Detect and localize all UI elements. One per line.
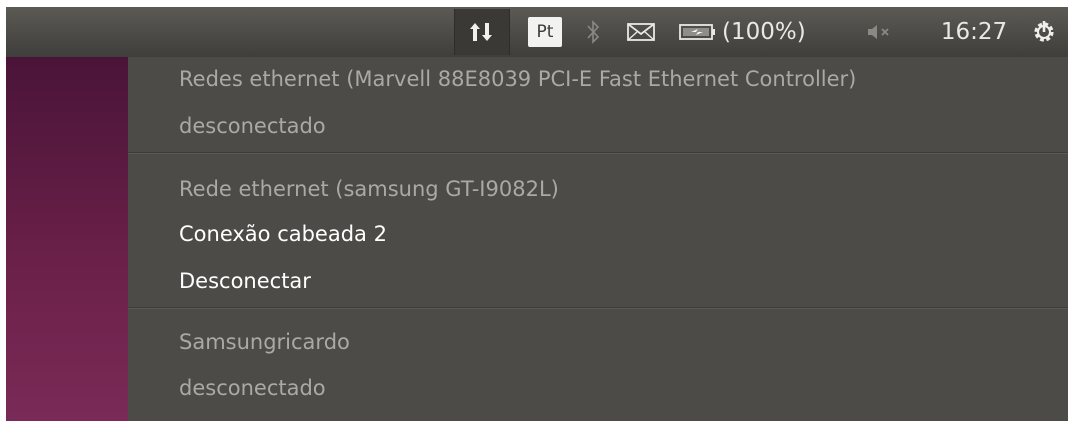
menu-item-disconnect[interactable]: Desconectar: [179, 267, 311, 295]
session-indicator[interactable]: [1024, 7, 1064, 57]
menu-status-marvell: desconectado: [179, 114, 326, 138]
bluetooth-icon: [587, 20, 600, 44]
menu-separator: [128, 152, 1068, 154]
messaging-indicator[interactable]: [620, 7, 662, 57]
network-indicator[interactable]: [454, 9, 510, 55]
keyboard-layout-indicator[interactable]: Pt: [522, 7, 568, 57]
bluetooth-indicator[interactable]: [578, 7, 608, 57]
sound-muted-icon: [868, 25, 889, 39]
menu-separator: [128, 307, 1068, 309]
top-panel: Pt (100%) 16:27: [6, 7, 1068, 57]
desktop-background: [6, 57, 128, 421]
menu-item-connection[interactable]: Conexão cabeada 2: [179, 220, 387, 248]
envelope-icon: [627, 23, 655, 41]
menu-section-header-samsungricardo: Samsungricardo: [179, 330, 350, 354]
network-menu: Redes ethernet (Marvell 88E8039 PCI-E Fa…: [128, 57, 1068, 421]
battery-percent-label: (100%): [722, 19, 806, 45]
screen: Pt (100%) 16:27 Redes ethernet (Marvell …: [6, 7, 1068, 421]
gear-power-icon: [1034, 21, 1054, 42]
clock-indicator[interactable]: 16:27: [936, 7, 1012, 57]
battery-charging-icon: [679, 24, 715, 40]
menu-section-header-samsung: Rede ethernet (samsung GT-I9082L): [179, 177, 559, 201]
clock-label: 16:27: [940, 19, 1008, 45]
menu-status-samsungricardo: desconectado: [179, 376, 326, 400]
menu-section-header-marvell: Redes ethernet (Marvell 88E8039 PCI-E Fa…: [179, 67, 857, 91]
network-up-down-icon: [470, 23, 492, 41]
sound-indicator[interactable]: [856, 7, 902, 57]
battery-indicator[interactable]: (100%): [678, 7, 846, 57]
keyboard-layout-badge: Pt: [528, 17, 562, 47]
